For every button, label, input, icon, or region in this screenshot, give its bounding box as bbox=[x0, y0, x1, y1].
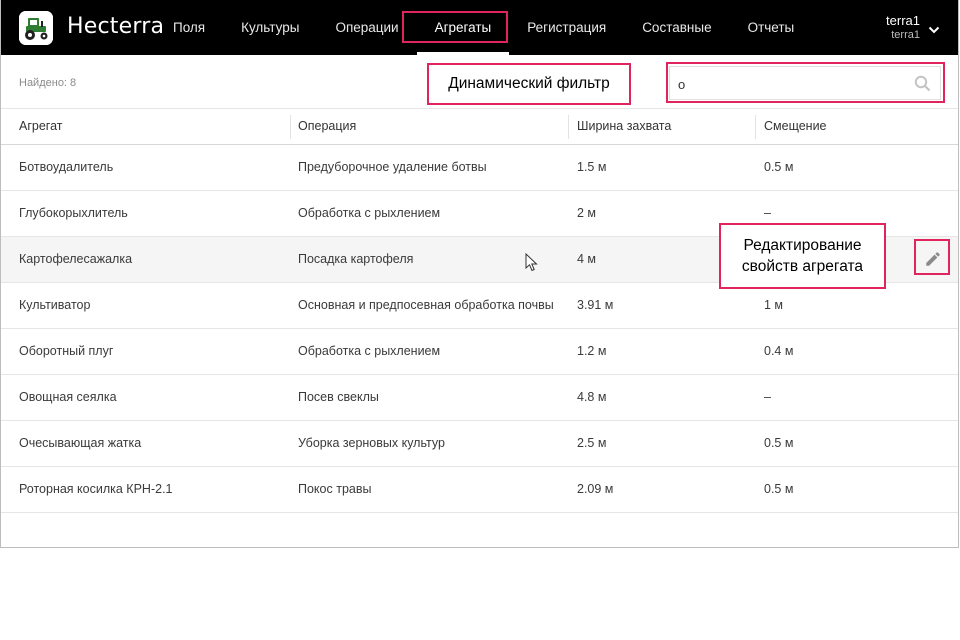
cell-unit: Оборотный плуг bbox=[19, 344, 114, 358]
cell-offset: – bbox=[764, 390, 771, 404]
chevron-down-icon[interactable] bbox=[928, 22, 940, 40]
cell-width: 3.91 м bbox=[577, 298, 614, 312]
callout-edit-properties: Редактирование свойств агрегата bbox=[719, 223, 886, 289]
cell-operation: Посев свеклы bbox=[298, 390, 379, 404]
callout-edit-line2: свойств агрегата bbox=[741, 258, 864, 275]
nav-item-operations[interactable]: Операции bbox=[317, 0, 416, 55]
cell-offset: 0.4 м bbox=[764, 344, 794, 358]
table-row[interactable]: Роторная косилка КРН-2.1 Покос травы 2.0… bbox=[1, 467, 958, 513]
table-row[interactable]: Очесывающая жатка Уборка зерновых культу… bbox=[1, 421, 958, 467]
cell-unit: Глубокорыхлитель bbox=[19, 206, 128, 220]
brand-name: Hecterra bbox=[67, 14, 165, 39]
column-header-operation[interactable]: Операция bbox=[298, 109, 356, 144]
pencil-icon bbox=[924, 250, 942, 271]
cell-unit: Овощная сеялка bbox=[19, 390, 117, 404]
cell-unit: Роторная косилка КРН-2.1 bbox=[19, 482, 173, 496]
nav-item-fields[interactable]: Поля bbox=[155, 0, 223, 55]
cell-offset: 0.5 м bbox=[764, 160, 794, 174]
cell-offset: 0.5 м bbox=[764, 482, 794, 496]
cell-width: 2.09 м bbox=[577, 482, 614, 496]
cell-width: 1.2 м bbox=[577, 344, 607, 358]
nav-item-reports[interactable]: Отчеты bbox=[730, 0, 813, 55]
units-table: Агрегат Операция Ширина захвата Смещение… bbox=[1, 108, 958, 513]
results-count: Найдено: 8 bbox=[19, 77, 77, 89]
table-row[interactable]: Культиватор Основная и предпосевная обра… bbox=[1, 283, 958, 329]
cell-width: 4 м bbox=[577, 252, 597, 266]
cell-width: 2.5 м bbox=[577, 436, 607, 450]
table-header: Агрегат Операция Ширина захвата Смещение bbox=[1, 108, 958, 145]
cell-operation: Посадка картофеля bbox=[298, 252, 414, 266]
cell-operation: Покос травы bbox=[298, 482, 372, 496]
search-input[interactable] bbox=[678, 74, 898, 94]
mouse-cursor-icon bbox=[525, 252, 539, 278]
cell-operation: Предуборочное удаление ботвы bbox=[298, 160, 487, 174]
cell-unit: Картофелесажалка bbox=[19, 252, 133, 266]
column-divider bbox=[755, 115, 756, 139]
callout-edit-line1: Редактирование bbox=[743, 237, 862, 254]
nav-item-units[interactable]: Агрегаты bbox=[416, 0, 510, 55]
cell-unit: Культиватор bbox=[19, 298, 91, 312]
cell-width: 1.5 м bbox=[577, 160, 607, 174]
cell-operation: Основная и предпосевная обработка почвы bbox=[298, 298, 554, 312]
cell-operation: Обработка с рыхлением bbox=[298, 206, 441, 220]
main-nav: Поля Культуры Операции Агрегаты Регистра… bbox=[155, 0, 812, 55]
cell-unit: Очесывающая жатка bbox=[19, 436, 142, 450]
column-header-width[interactable]: Ширина захвата bbox=[577, 109, 671, 144]
table-row[interactable]: Оборотный плуг Обработка с рыхлением 1.2… bbox=[1, 329, 958, 375]
cell-width: 4.8 м bbox=[577, 390, 607, 404]
edit-unit-button[interactable] bbox=[918, 245, 948, 275]
cell-offset: 1 м bbox=[764, 298, 784, 312]
column-divider bbox=[568, 115, 569, 139]
search-field[interactable] bbox=[669, 66, 941, 100]
cell-width: 2 м bbox=[577, 206, 597, 220]
nav-item-crops[interactable]: Культуры bbox=[223, 0, 317, 55]
column-header-offset[interactable]: Смещение bbox=[764, 109, 827, 144]
cell-unit: Ботвоудалитель bbox=[19, 160, 114, 174]
user-name: terra1 bbox=[886, 13, 920, 28]
tractor-icon[interactable] bbox=[19, 11, 53, 45]
table-row[interactable]: Овощная сеялка Посев свеклы 4.8 м – bbox=[1, 375, 958, 421]
nav-item-registration[interactable]: Регистрация bbox=[509, 0, 624, 55]
app-window: Hecterra Поля Культуры Операции Агрегаты… bbox=[0, 0, 959, 548]
search-icon[interactable] bbox=[914, 75, 931, 97]
cell-operation: Обработка с рыхлением bbox=[298, 344, 441, 358]
user-account: terra1 bbox=[891, 29, 920, 41]
column-divider bbox=[290, 115, 291, 139]
nav-item-composite[interactable]: Составные bbox=[624, 0, 729, 55]
cell-offset: 0.5 м bbox=[764, 436, 794, 450]
top-bar: Hecterra Поля Культуры Операции Агрегаты… bbox=[1, 0, 958, 55]
table-row[interactable]: Ботвоудалитель Предуборочное удаление бо… bbox=[1, 145, 958, 191]
cell-operation: Уборка зерновых культур bbox=[298, 436, 445, 450]
user-menu[interactable]: terra1 terra1 bbox=[886, 13, 920, 43]
column-header-unit[interactable]: Агрегат bbox=[19, 109, 63, 144]
callout-dynamic-filter: Динамический фильтр bbox=[427, 63, 631, 105]
